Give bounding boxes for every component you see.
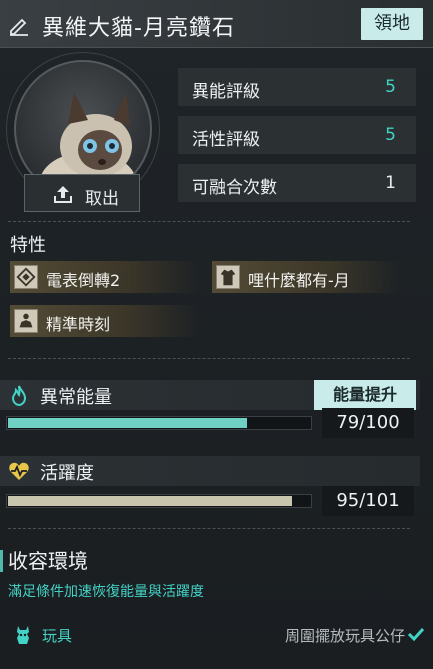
divider — [8, 358, 410, 359]
trait-label: 電表倒轉2 — [46, 271, 121, 290]
energy-bar — [6, 416, 312, 430]
header-bar: 異維大貓-月亮鑽石 領地 — [0, 0, 433, 48]
upload-icon — [54, 186, 72, 203]
trait-label: 精準時刻 — [46, 315, 111, 334]
vitality-bar-fill — [8, 496, 292, 506]
habitat-subtitle: 滿足條件加速恢復能量與活躍度 — [8, 584, 204, 600]
stat-name: 活性評級 — [192, 130, 260, 150]
trait-item[interactable]: 精準時刻 — [10, 305, 200, 337]
toy-icon — [17, 626, 29, 644]
heartbeat-icon — [9, 462, 29, 480]
diamond-icon — [14, 265, 38, 289]
habitat-title: 收容環境 — [8, 549, 88, 573]
stat-row-fusion: 可融合次數 1 — [178, 164, 416, 202]
stat-name: 可融合次數 — [192, 178, 277, 198]
figure-icon — [14, 309, 38, 333]
trait-label: 哩什麼都有-月 — [248, 271, 350, 290]
vitality-bar — [6, 494, 312, 508]
pet-name-title: 異維大貓-月亮鑽石 — [42, 16, 235, 41]
checkmark-icon — [407, 627, 425, 641]
territory-button[interactable]: 領地 — [361, 8, 423, 40]
vitality-header: 活躍度 — [0, 456, 420, 486]
divider — [8, 221, 410, 222]
stat-value: 1 — [385, 173, 396, 193]
trait-item[interactable]: 哩什麼都有-月 — [212, 261, 402, 293]
stat-row-activity: 活性評級 5 — [178, 116, 416, 154]
habitat-accent-bar — [0, 550, 3, 572]
robe-icon — [216, 265, 240, 289]
pet-detail-panel: 異維大貓-月亮鑽石 領地 取出 異能評級 5 活性評級 5 可融合次數 1 特性… — [0, 0, 433, 669]
stat-value: 5 — [385, 77, 396, 97]
edit-pencil-icon[interactable] — [8, 14, 30, 36]
divider — [8, 528, 410, 529]
stat-value: 5 — [385, 125, 396, 145]
vitality-value: 95/101 — [322, 486, 414, 516]
energy-bar-fill — [8, 418, 247, 428]
toy-requirement: 周圍擺放玩具公仔 — [284, 627, 405, 645]
extract-label: 取出 — [85, 189, 119, 209]
stat-name: 異能評級 — [192, 82, 260, 102]
traits-title: 特性 — [10, 235, 46, 256]
vitality-title: 活躍度 — [40, 463, 94, 484]
energy-title: 異常能量 — [40, 387, 112, 408]
energy-value: 79/100 — [322, 408, 414, 438]
energy-boost-button[interactable]: 能量提升 — [314, 380, 416, 410]
extract-button[interactable]: 取出 — [24, 174, 140, 212]
stat-row-ability: 異能評級 5 — [178, 68, 416, 106]
trait-item[interactable]: 電表倒轉2 — [10, 261, 200, 293]
toy-label: 玩具 — [42, 627, 73, 645]
energy-header: 異常能量 能量提升 — [0, 380, 420, 410]
flame-icon — [11, 385, 27, 406]
